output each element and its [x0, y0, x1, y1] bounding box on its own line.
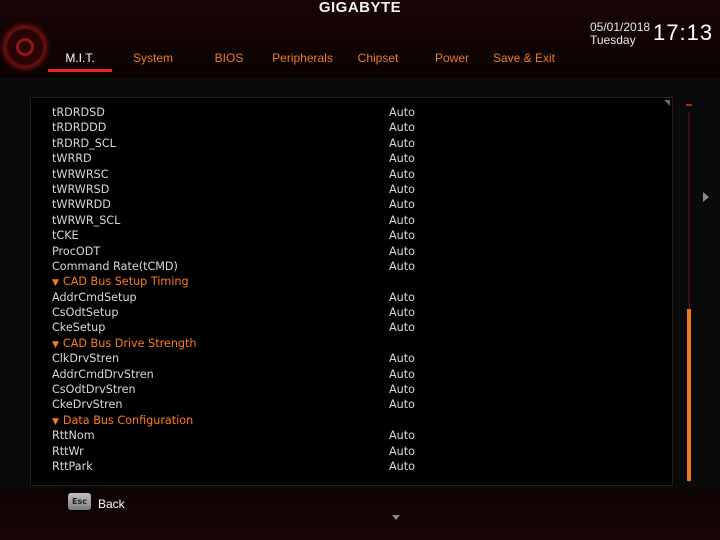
section-header[interactable]: ▼ CAD Bus Drive Strength [52, 336, 472, 351]
setting-value[interactable]: Auto [389, 213, 415, 228]
setting-value[interactable]: Auto [389, 428, 415, 443]
side-chevron-icon [703, 192, 709, 202]
setting-value[interactable]: Auto [389, 382, 415, 397]
date-block: 05/01/2018 Tuesday [590, 21, 650, 47]
setting-value[interactable]: Auto [389, 151, 415, 166]
setting-row[interactable]: tWRWRSC Auto [52, 167, 472, 182]
setting-label: RttWr [52, 444, 84, 458]
footer [0, 488, 720, 540]
setting-label: CsOdtSetup [52, 306, 119, 320]
settings-list: tRDRDSD Auto tRDRDDD Auto tRDRD_SCL Auto tWRRD… [52, 105, 472, 474]
setting-label: tRDRDSD [52, 106, 105, 119]
setting-value[interactable]: Auto [389, 290, 415, 305]
setting-row[interactable]: ProcODT Auto [52, 244, 472, 259]
setting-row[interactable]: tWRRD Auto [52, 151, 472, 166]
scrollbar-top-cap [686, 104, 692, 106]
setting-label: CkeSetup [52, 321, 106, 335]
setting-row[interactable]: Command Rate(tCMD) Auto [52, 259, 472, 274]
section-header[interactable]: ▼ Data Bus Configuration [52, 413, 472, 428]
setting-row[interactable]: tCKE Auto [52, 228, 472, 243]
setting-row[interactable]: tRDRDDD Auto [52, 120, 472, 135]
setting-value[interactable]: Auto [389, 367, 415, 382]
setting-label: tCKE [52, 229, 79, 243]
setting-value[interactable]: Auto [389, 105, 415, 120]
setting-value[interactable]: Auto [389, 459, 415, 474]
bios-frame: GIGABYTE M.I.T. System BIOS Peripherals … [0, 0, 720, 540]
setting-label: AddrCmdSetup [52, 290, 137, 304]
clock: 17:13 [653, 20, 714, 45]
tab-mit[interactable]: M.I.T. [48, 50, 112, 72]
back-button[interactable]: Back [98, 497, 125, 511]
setting-row[interactable]: CkeSetup Auto [52, 320, 472, 335]
setting-label: tWRWRDD [52, 198, 111, 212]
setting-value[interactable]: Auto [389, 259, 415, 274]
section-title: CAD Bus Setup Timing [62, 275, 189, 289]
setting-row[interactable]: tWRWR_SCL Auto [52, 213, 472, 228]
setting-label: ProcODT [52, 244, 101, 258]
setting-label: CkeDrvStren [52, 398, 123, 412]
chevron-down-icon [392, 515, 400, 520]
section-title: Data Bus Configuration [62, 413, 194, 427]
setting-value[interactable]: Auto [389, 120, 415, 135]
setting-row[interactable]: tWRWRDD Auto [52, 197, 472, 212]
tab-peripherals[interactable]: Peripherals [264, 50, 341, 72]
setting-row[interactable]: CkeDrvStren Auto [52, 397, 472, 412]
scrollbar-thumb[interactable] [687, 309, 691, 481]
setting-row[interactable]: RttWr Auto [52, 444, 472, 459]
tab-bar: M.I.T. System BIOS Peripherals Chipset P… [48, 50, 559, 72]
day-text: Tuesday [590, 33, 636, 47]
header: GIGABYTE M.I.T. System BIOS Peripherals … [0, 0, 720, 78]
brand-logo: GIGABYTE [318, 0, 402, 16]
setting-value[interactable]: Auto [389, 351, 415, 366]
setting-label: tRDRDDD [52, 121, 107, 135]
setting-row[interactable]: RttNom Auto [52, 428, 472, 443]
setting-row[interactable]: CsOdtDrvStren Auto [52, 382, 472, 397]
scrollbar[interactable] [686, 104, 692, 491]
setting-row[interactable]: AddrCmdSetup Auto [52, 290, 472, 305]
corner-arrow-icon [664, 100, 670, 106]
setting-value[interactable]: Auto [389, 397, 415, 412]
tab-save-exit[interactable]: Save & Exit [489, 50, 559, 72]
setting-row[interactable]: tRDRDSD Auto [52, 105, 472, 120]
tab-system[interactable]: System [112, 50, 194, 72]
settings-panel: tRDRDSD Auto tRDRDDD Auto tRDRD_SCL Auto tWRRD… [30, 97, 673, 486]
setting-label: tWRRD [52, 152, 92, 166]
setting-value[interactable]: Auto [389, 305, 415, 320]
setting-label: AddrCmdDrvStren [52, 367, 154, 381]
setting-row[interactable]: ClkDrvStren Auto [52, 351, 472, 366]
tab-bios[interactable]: BIOS [194, 50, 264, 72]
setting-value[interactable]: Auto [389, 167, 415, 182]
triangle-down-icon: ▼ [52, 339, 59, 350]
setting-value[interactable]: Auto [389, 320, 415, 335]
setting-row[interactable]: RttPark Auto [52, 459, 472, 474]
triangle-down-icon: ▼ [52, 278, 59, 289]
setting-label: tRDRD_SCL [52, 136, 116, 150]
setting-label: Command Rate(tCMD) [52, 259, 178, 273]
setting-label: RttNom [52, 429, 95, 443]
esc-key-icon[interactable]: Esc [68, 493, 91, 510]
setting-value[interactable]: Auto [389, 228, 415, 243]
setting-row[interactable]: tRDRD_SCL Auto [52, 136, 472, 151]
setting-value[interactable]: Auto [389, 244, 415, 259]
section-header[interactable]: ▼ CAD Bus Setup Timing [52, 274, 472, 289]
section-title: CAD Bus Drive Strength [62, 336, 197, 350]
setting-label: tWRWR_SCL [52, 213, 121, 227]
setting-label: ClkDrvStren [52, 352, 120, 366]
setting-label: tWRWRSD [52, 182, 110, 196]
setting-row[interactable]: tWRWRSD Auto [52, 182, 472, 197]
setting-value[interactable]: Auto [389, 197, 415, 212]
setting-value[interactable]: Auto [389, 136, 415, 151]
setting-label: CsOdtDrvStren [52, 383, 136, 397]
setting-label: RttPark [52, 459, 93, 473]
setting-value[interactable]: Auto [389, 444, 415, 459]
tab-power[interactable]: Power [415, 50, 489, 72]
setting-row[interactable]: CsOdtSetup Auto [52, 305, 472, 320]
setting-value[interactable]: Auto [389, 182, 415, 197]
setting-row[interactable]: AddrCmdDrvStren Auto [52, 367, 472, 382]
gear-icon [4, 26, 46, 68]
setting-label: tWRWRSC [52, 167, 109, 181]
tab-chipset[interactable]: Chipset [341, 50, 415, 72]
triangle-down-icon: ▼ [52, 416, 59, 427]
